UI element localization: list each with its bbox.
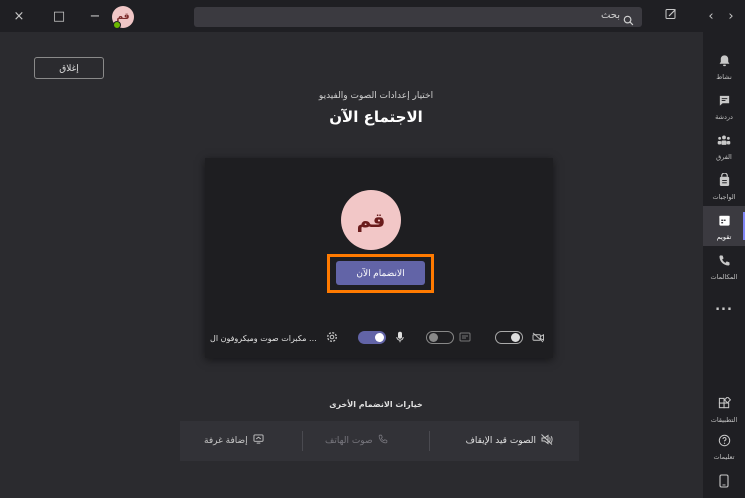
background-effects-icon (458, 330, 472, 344)
compose-button[interactable] (660, 0, 682, 32)
rail-item-activity[interactable]: نشاط (703, 46, 745, 86)
forward-button[interactable]: › (722, 0, 740, 32)
rail-item-assignments[interactable]: الواجبات (703, 166, 745, 206)
minimize-button[interactable]: − (84, 0, 106, 32)
camera-off-icon (531, 330, 545, 344)
phone-icon (378, 434, 388, 447)
rail-label: دردشة (715, 112, 733, 121)
divider (429, 431, 430, 451)
add-room-option[interactable]: إضافة غرفة (204, 434, 264, 447)
video-preview: قم الانضمام الآن مكبرات صوت وميكروفون ال… (205, 158, 553, 358)
toggle-knob (375, 333, 384, 342)
phone-icon (718, 252, 731, 271)
assignments-icon (718, 172, 731, 191)
speaker-off-icon (541, 434, 553, 448)
microphone-toggle[interactable] (358, 331, 386, 344)
teams-icon (717, 132, 731, 151)
phone-audio-label: صوت الهاتف (325, 435, 373, 446)
help-icon (718, 432, 731, 451)
join-now-button[interactable]: الانضمام الآن (336, 261, 425, 285)
title-bar: × □ − قم بحث ‹ › (0, 0, 745, 32)
audio-off-option[interactable]: الصوت قيد الإيقاف (466, 434, 553, 448)
toggle-knob (511, 333, 520, 342)
search-icon (623, 11, 634, 30)
other-join-options-title: خيارات الانضمام الأخرى (329, 400, 423, 409)
minimize-icon: − (89, 8, 101, 24)
close-icon: × (13, 8, 25, 24)
calendar-icon (718, 212, 731, 231)
devices-label[interactable]: مكبرات صوت وميكروفون ال ... (210, 334, 317, 343)
page-subtitle: اختيار إعدادات الصوت والفيديو (318, 91, 434, 101)
page-title: الاجتماع الآن (329, 108, 423, 126)
user-avatar: قم (341, 190, 401, 250)
teams-window: × □ − قم بحث ‹ › نشاط دردشة الفرق الواجب… (0, 0, 745, 498)
rail-label: الواجبات (712, 192, 736, 201)
maximize-button[interactable]: □ (48, 0, 70, 32)
chat-icon (718, 92, 731, 111)
microphone-icon (394, 330, 406, 344)
maximize-icon: □ (52, 8, 66, 24)
divider (302, 431, 303, 451)
rail-item-chat[interactable]: دردشة (703, 86, 745, 126)
rail-label: التطبيقات (710, 415, 738, 424)
search-input[interactable]: بحث (194, 7, 642, 27)
app-rail: نشاط دردشة الفرق الواجبات تقويم المكالما… (703, 32, 745, 498)
rail-label: تعليمات (713, 452, 735, 461)
mobile-device-icon (719, 473, 729, 492)
rail-label: تقويم (716, 232, 732, 241)
rail-label: الفرق (716, 152, 732, 161)
chevron-right-icon: › (728, 8, 734, 24)
room-icon (253, 434, 264, 447)
background-effects-toggle[interactable] (426, 331, 454, 344)
back-button[interactable]: ‹ (702, 0, 720, 32)
toggle-knob (429, 333, 438, 342)
rail-label: نشاط (716, 72, 732, 81)
more-icon: ... (715, 298, 733, 314)
rail-item-calls[interactable]: المكالمات (703, 246, 745, 286)
rail-item-calendar[interactable]: تقويم (703, 206, 745, 246)
device-settings-icon[interactable] (325, 330, 339, 344)
apps-icon (718, 395, 731, 414)
search-placeholder: بحث (600, 10, 620, 21)
other-join-options: الصوت قيد الإيقاف صوت الهاتف إضافة غرفة (180, 421, 579, 461)
close-window-button[interactable]: × (8, 0, 30, 32)
rail-item-teams[interactable]: الفرق (703, 126, 745, 166)
bell-icon (718, 52, 731, 71)
rail-item-more[interactable]: ... (703, 286, 745, 326)
compose-icon (665, 8, 677, 24)
audio-off-label: الصوت قيد الإيقاف (465, 436, 536, 446)
camera-toggle[interactable] (495, 331, 523, 344)
chevron-left-icon: ‹ (708, 8, 714, 24)
rail-item-help[interactable]: تعليمات (703, 426, 745, 466)
add-room-label: إضافة غرفة (204, 435, 248, 446)
presence-indicator (113, 21, 121, 29)
rail-item-apps[interactable]: التطبيقات (703, 389, 745, 429)
rail-item-device[interactable] (703, 466, 745, 498)
phone-audio-option[interactable]: صوت الهاتف (325, 434, 388, 447)
rail-label: المكالمات (710, 272, 738, 281)
close-button[interactable]: إغلاق (34, 57, 104, 79)
